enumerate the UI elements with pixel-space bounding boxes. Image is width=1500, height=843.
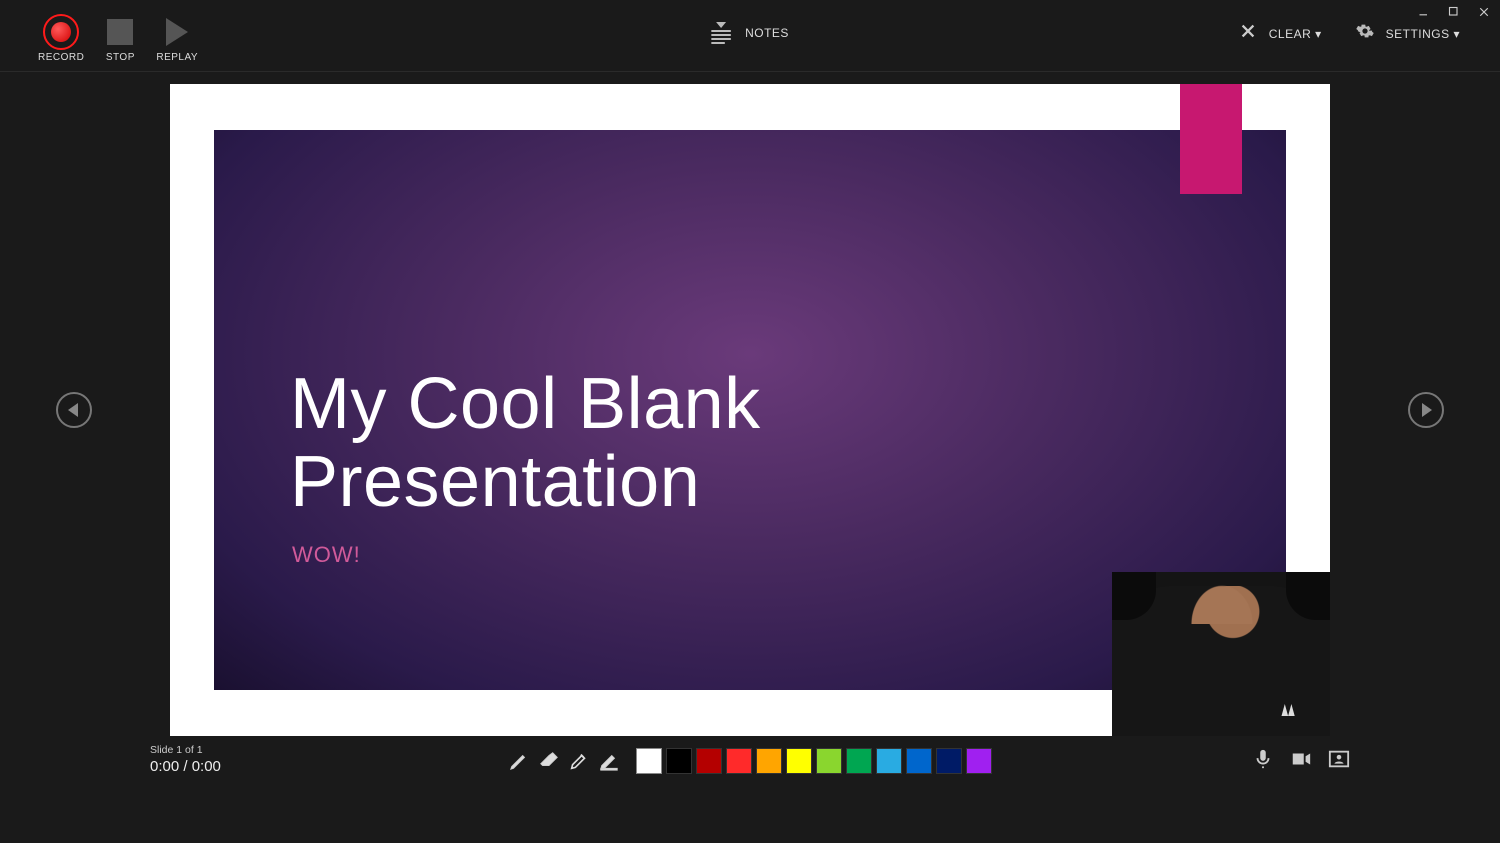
pen-tool[interactable] — [508, 750, 530, 772]
close-button[interactable] — [1476, 4, 1492, 20]
clear-dropdown[interactable]: CLEAR ▾ — [1239, 22, 1322, 45]
bottom-bar: Slide 1 of 1 0:00 / 0:00 — [0, 750, 1500, 786]
recording-controls: RECORD STOP REPLAY — [38, 14, 216, 63]
slide-counter: Slide 1 of 1 — [150, 744, 221, 756]
window-controls — [1416, 4, 1492, 20]
color-swatch-4[interactable] — [756, 748, 782, 774]
gear-icon — [1356, 22, 1374, 45]
slide-ribbon-accent — [1180, 84, 1242, 194]
color-swatch-8[interactable] — [876, 748, 902, 774]
slide-title-line1: My Cool Blank — [290, 364, 761, 444]
highlighter-tool[interactable] — [568, 750, 590, 772]
status-info: Slide 1 of 1 0:00 / 0:00 — [150, 744, 221, 775]
recording-timer: 0:00 / 0:00 — [150, 758, 221, 775]
next-slide-button[interactable] — [1408, 392, 1444, 428]
slide-canvas[interactable]: My Cool Blank Presentation WOW! — [170, 84, 1330, 736]
play-icon — [166, 18, 188, 46]
color-swatch-7[interactable] — [846, 748, 872, 774]
minimize-button[interactable] — [1416, 4, 1432, 20]
video-camera-icon — [1290, 748, 1312, 770]
microphone-icon — [1252, 748, 1274, 770]
marker-icon — [598, 750, 620, 772]
toolbar-right: CLEAR ▾ SETTINGS ▾ — [1239, 22, 1460, 45]
slide-stage: My Cool Blank Presentation WOW! — [0, 72, 1500, 748]
replay-label: REPLAY — [156, 52, 198, 63]
slide-title: My Cool Blank Presentation — [290, 366, 761, 522]
stop-button[interactable]: STOP — [102, 14, 138, 63]
settings-dropdown[interactable]: SETTINGS ▾ — [1356, 22, 1460, 45]
notes-label: NOTES — [745, 26, 789, 40]
color-swatch-11[interactable] — [966, 748, 992, 774]
stop-icon — [107, 19, 133, 45]
color-swatch-10[interactable] — [936, 748, 962, 774]
color-swatch-0[interactable] — [636, 748, 662, 774]
chevron-left-icon — [68, 403, 78, 417]
highlighter-icon — [568, 750, 590, 772]
pen-icon — [508, 750, 530, 772]
close-icon — [1239, 22, 1257, 45]
record-label: RECORD — [38, 52, 84, 63]
color-swatch-2[interactable] — [696, 748, 722, 774]
stop-label: STOP — [106, 52, 135, 63]
pip-toggle[interactable] — [1328, 748, 1350, 770]
slide-subtitle: WOW! — [292, 542, 361, 568]
slide-title-line2: Presentation — [290, 442, 700, 522]
media-toggles — [1252, 748, 1350, 770]
color-swatch-5[interactable] — [786, 748, 812, 774]
microphone-toggle[interactable] — [1252, 748, 1274, 770]
top-toolbar: RECORD STOP REPLAY NOTES CLEAR ▾ S — [0, 0, 1500, 72]
camera-toggle[interactable] — [1290, 748, 1312, 770]
record-icon — [43, 14, 79, 50]
eraser-tool[interactable] — [538, 750, 560, 772]
maximize-button[interactable] — [1446, 4, 1462, 20]
color-swatch-1[interactable] — [666, 748, 692, 774]
notes-toggle[interactable]: NOTES — [711, 22, 789, 44]
color-swatch-9[interactable] — [906, 748, 932, 774]
notes-icon — [711, 22, 731, 44]
previous-slide-button[interactable] — [56, 392, 92, 428]
color-swatch-6[interactable] — [816, 748, 842, 774]
webcam-overlay[interactable] — [1112, 572, 1330, 736]
clear-label: CLEAR ▾ — [1269, 27, 1322, 41]
eraser-icon — [538, 750, 560, 772]
replay-button[interactable]: REPLAY — [156, 14, 198, 63]
annotation-tools — [508, 748, 992, 774]
chevron-right-icon — [1422, 403, 1432, 417]
color-swatches — [636, 748, 992, 774]
marker-tool[interactable] — [598, 750, 620, 772]
record-button[interactable]: RECORD — [38, 14, 84, 63]
pip-user-icon — [1328, 748, 1350, 770]
settings-label: SETTINGS ▾ — [1386, 27, 1460, 41]
color-swatch-3[interactable] — [726, 748, 752, 774]
